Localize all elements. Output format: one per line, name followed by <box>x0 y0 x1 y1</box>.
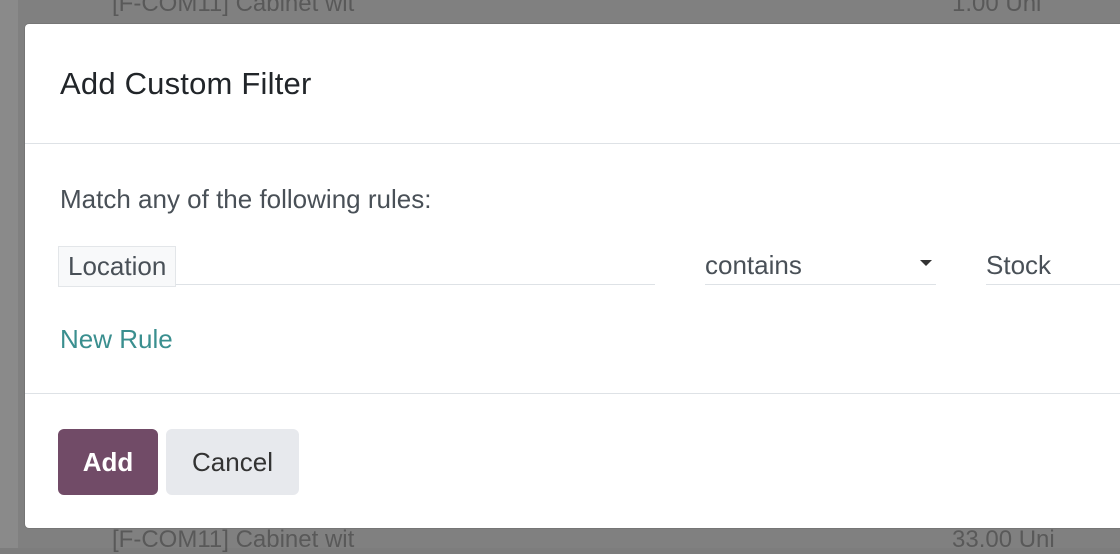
rule-operator-select[interactable]: contains <box>705 240 936 285</box>
rule-value-input[interactable]: Stock <box>986 240 1120 285</box>
match-rules-text: Match any of the following rules: <box>60 184 432 214</box>
background-row-bottom: [F-COM11] Cabinet wit 33.00 Uni <box>112 526 1055 554</box>
rule-field-tag[interactable]: Location <box>58 246 177 287</box>
caret-down-icon <box>920 260 932 266</box>
dialog-body: Match any of the following rules: Locati… <box>25 144 1120 394</box>
cancel-button[interactable]: Cancel <box>166 429 299 495</box>
dialog-footer: Add Cancel <box>25 394 1120 528</box>
background-row-top: [F-COM11] Cabinet wit 1.00 Uni <box>112 0 1041 18</box>
dialog-title: Add Custom Filter <box>60 65 312 101</box>
dialog-header: Add Custom Filter <box>25 24 1120 144</box>
rule-value-text: Stock <box>986 250 1052 280</box>
background-row-qty: 33.00 Uni <box>952 526 1055 553</box>
rule-field-selector[interactable]: Location <box>58 240 655 287</box>
rule-operator-value: contains <box>705 250 802 280</box>
filter-rule-row: Location contains Stock <box>58 240 1120 296</box>
background-row-name: [F-COM11] Cabinet wit <box>112 0 355 17</box>
background-row-name: [F-COM11] Cabinet wit <box>112 526 355 553</box>
background-row-qty: 1.00 Uni <box>952 0 1042 17</box>
custom-filter-dialog: Add Custom Filter Match any of the follo… <box>25 24 1120 528</box>
new-rule-link[interactable]: New Rule <box>60 324 173 355</box>
background-left-strip <box>0 0 18 548</box>
add-button[interactable]: Add <box>58 429 158 495</box>
